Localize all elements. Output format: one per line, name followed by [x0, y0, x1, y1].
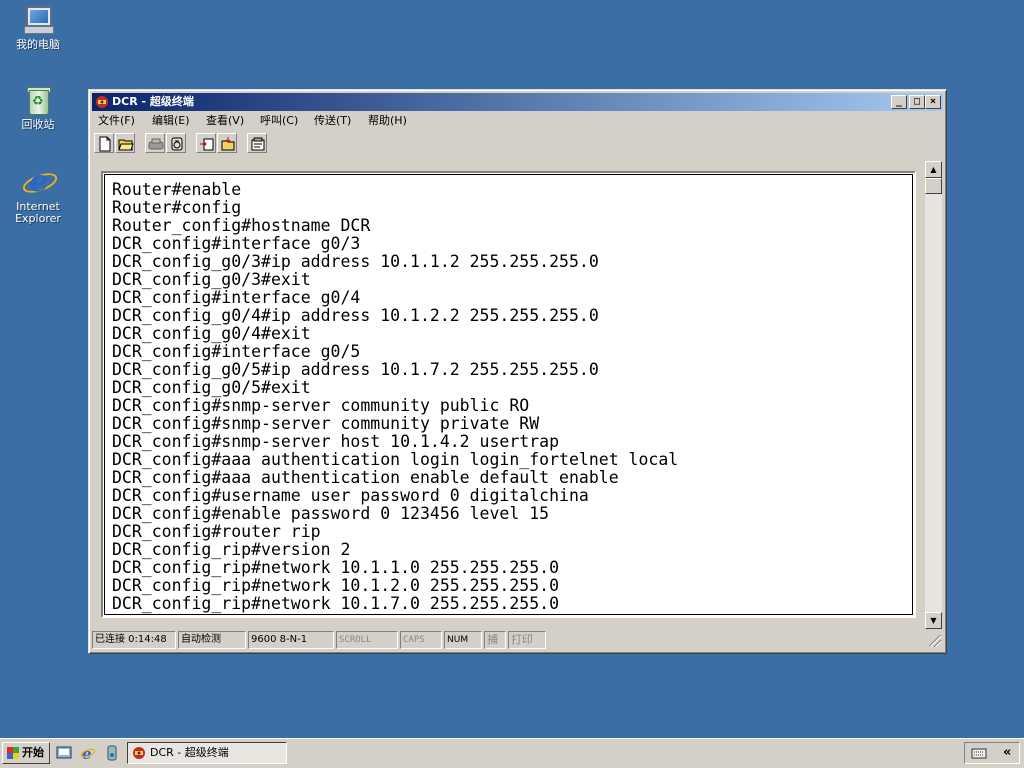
status-bar: 已连接 0:14:48 自动检测 9600 8-N-1 SCROLL CAPS …	[92, 631, 943, 649]
terminal-line: DCR_config_rip#network 10.1.2.0 255.255.…	[112, 576, 560, 595]
menu-view[interactable]: 查看(V)	[206, 114, 244, 128]
menu-bar: 文件(F) 编辑(E) 查看(V) 呼叫(C) 传送(T) 帮助(H)	[92, 112, 943, 130]
chevron-left-icon[interactable]: «	[1003, 745, 1011, 761]
taskbar-button-label: DCR - 超级终端	[150, 746, 229, 759]
status-caps: CAPS	[400, 631, 442, 649]
status-num: NUM	[444, 631, 482, 649]
minimize-button[interactable]: _	[891, 95, 907, 109]
show-desktop-icon[interactable]	[56, 745, 72, 761]
status-detect: 自动检测	[178, 631, 246, 649]
desktop-icon-label: 我的电脑	[16, 38, 60, 51]
menu-file[interactable]: 文件(F)	[98, 114, 135, 128]
open-button[interactable]	[115, 133, 135, 153]
terminal-line: DCR_config#snmp-server community private…	[112, 414, 540, 433]
terminal-line: DCR_config#interface g0/3	[112, 234, 361, 253]
scroll-up-button[interactable]: ▲	[925, 161, 942, 178]
hyperterminal-app-icon	[96, 96, 108, 108]
keyboard-icon[interactable]	[971, 746, 987, 760]
status-connected: 已连接 0:14:48	[92, 631, 176, 649]
menu-edit[interactable]: 编辑(E)	[152, 114, 190, 128]
terminal-line: DCR_config_rip#version 2	[112, 540, 351, 559]
terminal-line: DCR_config_rip#network 10.1.7.0 255.255.…	[112, 594, 560, 613]
terminal-line: DCR_config_g0/5#exit	[112, 378, 311, 397]
terminal-line: DCR_config_g0/5#ip address 10.1.7.2 255.…	[112, 360, 599, 379]
receive-button[interactable]	[217, 133, 237, 153]
properties-icon	[251, 137, 265, 151]
terminal-line: DCR_config#router rip	[112, 522, 321, 541]
status-capture: 捕	[484, 631, 506, 649]
windows-logo-icon	[7, 747, 19, 759]
menu-call[interactable]: 呼叫(C)	[260, 114, 298, 128]
terminal-screen[interactable]: Router#enable Router#config Router_config#…	[104, 174, 913, 615]
disconnect-icon	[171, 137, 183, 151]
terminal-line: DCR_config#username user password 0 digi…	[112, 486, 589, 505]
status-baud: 9600 8-N-1	[248, 631, 334, 649]
terminal-line: DCR_config_g0/3#ip address 10.1.1.2 255.…	[112, 252, 599, 271]
terminal-line: Router#enable	[112, 180, 242, 199]
desktop-icon-my-computer[interactable]: 我的电脑	[0, 4, 76, 51]
status-scroll: SCROLL	[336, 631, 398, 649]
desktop-icon-label: 回收站	[21, 118, 55, 131]
terminal-line: DCR_config#enable password 0 123456 leve…	[112, 504, 550, 523]
close-button[interactable]: ×	[925, 95, 941, 109]
system-tray: «	[964, 742, 1020, 764]
recycle-bin-icon: ♻	[22, 84, 54, 116]
start-label: 开始	[22, 746, 44, 759]
send-icon	[200, 138, 214, 151]
terminal-line: DCR_config#aaa authentication login logi…	[112, 450, 679, 469]
terminal-line: DCR_config_g0/3#exit	[112, 270, 311, 289]
desktop-icon-recycle-bin[interactable]: ♻ 回收站	[0, 84, 76, 131]
scroll-thumb[interactable]	[925, 178, 942, 194]
terminal-line: DCR_config_rip#network 10.1.1.0 255.255.…	[112, 558, 560, 577]
send-button[interactable]	[196, 133, 216, 153]
terminal-output: Router#enable Router#config Router_config#…	[112, 181, 678, 613]
receive-icon	[221, 137, 235, 151]
open-folder-icon	[118, 139, 134, 151]
dial-button[interactable]	[145, 133, 165, 153]
resize-grip[interactable]	[929, 635, 941, 647]
window-titlebar[interactable]: DCR - 超级终端 _ □ ×	[92, 93, 943, 111]
dial-icon	[148, 138, 164, 150]
menu-transfer[interactable]: 传送(T)	[314, 114, 351, 128]
internet-explorer-icon: e	[20, 166, 60, 198]
terminal-frame: Router#enable Router#config Router_config#…	[101, 171, 916, 618]
internet-explorer-icon[interactable]: e	[80, 745, 96, 761]
desktop-icon-label: Explorer	[15, 212, 61, 225]
terminal-line: DCR_config#interface g0/5	[112, 342, 361, 361]
terminal-line: DCR_config#interface g0/4	[112, 288, 361, 307]
taskbar-button-hyperterminal[interactable]: DCR - 超级终端	[127, 742, 287, 764]
window-title: DCR - 超级终端	[112, 95, 194, 108]
toolbar	[92, 132, 943, 156]
new-file-icon	[99, 136, 111, 152]
new-file-button[interactable]	[94, 133, 114, 153]
terminal-line: DCR_config_g0/4#ip address 10.1.2.2 255.…	[112, 306, 599, 325]
terminal-line: DCR_config#snmp-server host 10.1.4.2 use…	[112, 432, 560, 451]
status-print: 打印	[508, 631, 546, 649]
media-icon[interactable]	[104, 745, 120, 761]
disconnect-button[interactable]	[166, 133, 186, 153]
svg-text:e: e	[82, 745, 92, 761]
terminal-line: DCR_config#snmp-server community public …	[112, 396, 530, 415]
menu-help[interactable]: 帮助(H)	[368, 114, 407, 128]
terminal-line: DCR_config#aaa authentication enable def…	[112, 468, 619, 487]
my-computer-icon	[22, 4, 54, 36]
desktop-icon-internet-explorer[interactable]: e Internet Explorer	[0, 166, 76, 225]
properties-button[interactable]	[247, 133, 267, 153]
taskbar: 开始 e DCR - 超级终端 «	[0, 738, 1024, 768]
vertical-scrollbar[interactable]: ▲ ▼	[925, 161, 942, 629]
maximize-button[interactable]: □	[909, 95, 925, 109]
start-button[interactable]: 开始	[2, 742, 50, 764]
hyperterminal-window: DCR - 超级终端 _ □ × 文件(F) 编辑(E) 查看(V) 呼叫(C)…	[88, 89, 947, 654]
scroll-down-button[interactable]: ▼	[925, 612, 942, 629]
hyperterminal-app-icon	[133, 747, 145, 759]
terminal-line: Router#config	[112, 198, 242, 217]
terminal-line: Router_config#hostname DCR	[112, 216, 371, 235]
terminal-line: DCR_config_g0/4#exit	[112, 324, 311, 343]
